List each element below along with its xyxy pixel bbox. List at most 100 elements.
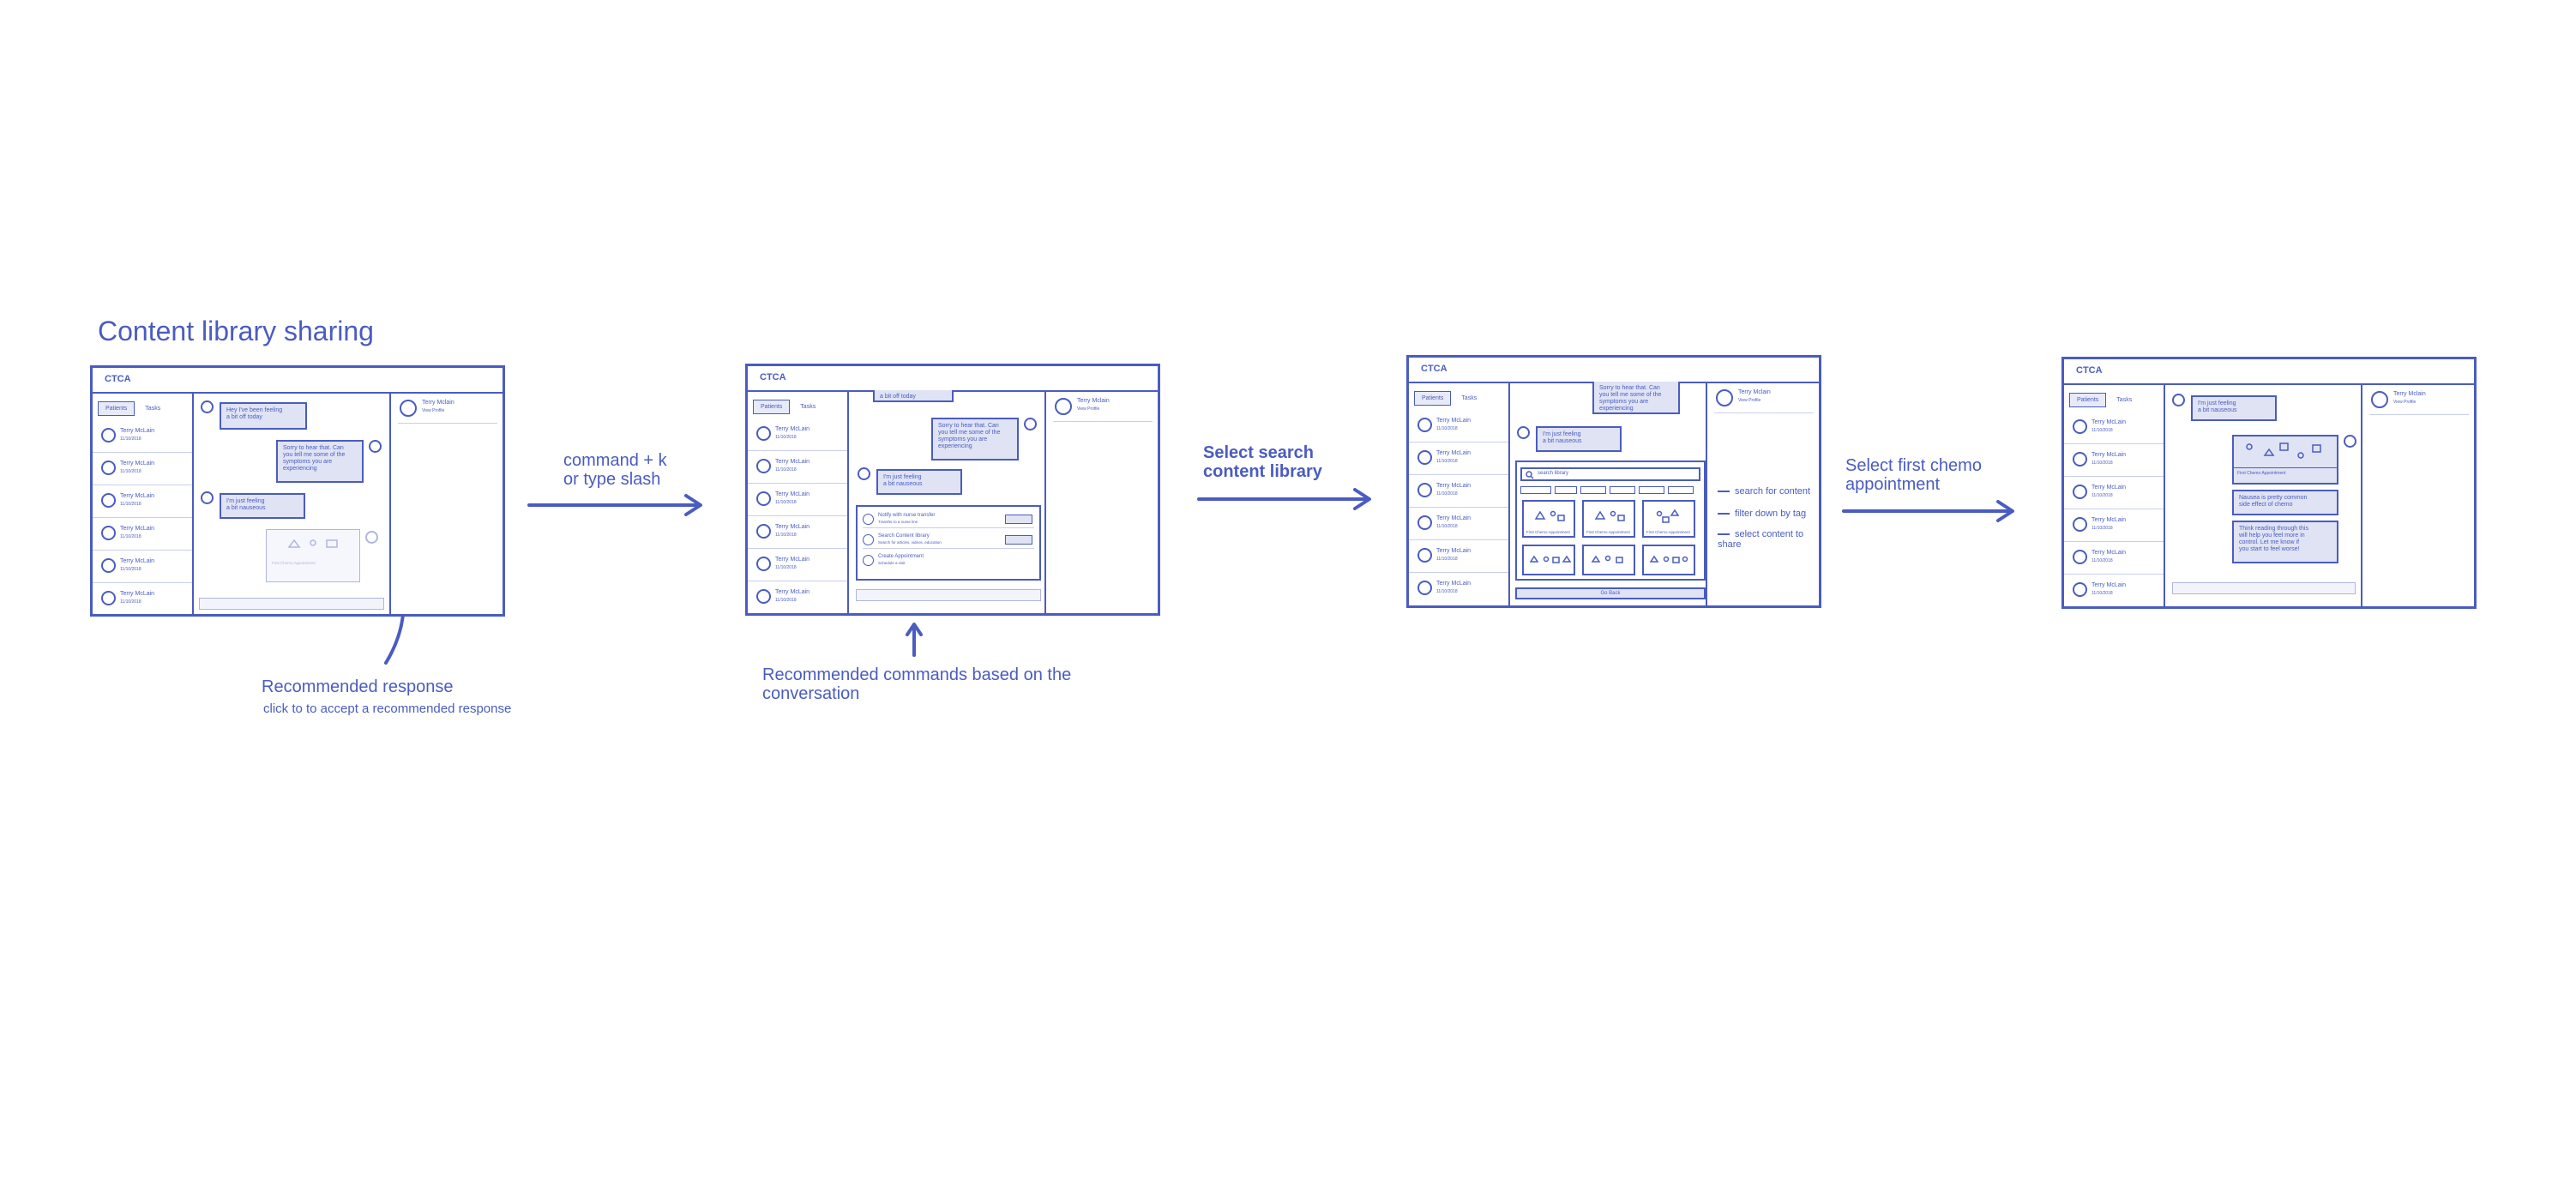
list-item[interactable]: Terry McLain 11/10/2018 — [748, 548, 847, 581]
contact-name: Terry McLain — [120, 428, 155, 434]
content-thumbnail-icon — [1534, 510, 1565, 521]
list-item[interactable]: Terry McLain 11/10/2018 — [748, 515, 847, 549]
list-item[interactable]: Terry McLain 11/10/2018 — [2064, 443, 2164, 477]
message-bubble: I'm just feeling a bit nauseous — [2191, 395, 2277, 421]
avatar-icon — [2073, 582, 2087, 597]
profile-link[interactable]: View Profile — [1738, 398, 1760, 403]
message-input[interactable] — [856, 589, 1041, 601]
tag-filter[interactable] — [1520, 486, 1551, 494]
message-input[interactable] — [199, 598, 384, 610]
profile-header[interactable]: Terry Mclain View Profile — [1053, 395, 1153, 422]
arrow-step3 — [1842, 500, 2014, 522]
search-input[interactable]: search library — [1520, 467, 1700, 481]
tag-filter[interactable] — [1639, 486, 1664, 494]
list-item[interactable]: Terry McLain 11/10/2018 — [2064, 541, 2164, 575]
contact-name: Terry McLain — [1436, 483, 1472, 489]
content-card[interactable] — [1642, 545, 1695, 575]
contact-name: Terry McLain — [120, 526, 155, 532]
contact-date: 11/10/2018 — [2091, 558, 2113, 563]
close-icon — [863, 555, 874, 566]
avatar-icon — [1417, 548, 1432, 563]
command-button[interactable] — [1005, 535, 1032, 545]
list-item[interactable]: Terry McLain 11/10/2018 — [748, 483, 847, 516]
profile-header[interactable]: Terry Mclain View Profile — [2369, 388, 2469, 415]
tab-tasks[interactable]: Tasks — [2110, 394, 2139, 406]
avatar-icon — [756, 459, 771, 473]
content-card[interactable]: First Chemo Appointment — [1642, 500, 1695, 538]
step3-label: Select first chemo appointment — [1845, 456, 1982, 494]
message-bubble: a bit off today — [873, 390, 954, 402]
list-item[interactable]: Terry McLain 11/10/2018 — [93, 582, 192, 615]
list-item[interactable]: Terry McLain 11/10/2018 — [93, 517, 192, 551]
list-item[interactable]: Terry McLain 11/10/2018 — [2064, 411, 2164, 444]
tab-patients[interactable]: Patients — [98, 401, 135, 416]
tag-filter[interactable] — [1668, 486, 1694, 494]
tag-filter[interactable] — [1555, 486, 1577, 494]
content-card[interactable] — [1522, 545, 1575, 575]
command-item[interactable]: Search Content library Search for article… — [863, 531, 1034, 549]
list-item[interactable]: Terry McLain 11/10/2018 — [2064, 509, 2164, 542]
list-item[interactable]: Terry McLain 11/10/2018 — [93, 419, 192, 453]
list-item[interactable]: Terry McLain 11/10/2018 — [93, 452, 192, 485]
list-item[interactable]: Terry McLain 11/10/2018 — [1409, 572, 1508, 605]
avatar-icon — [101, 558, 116, 573]
content-card[interactable]: First Chemo Appointment — [1582, 500, 1635, 538]
recommended-commands-label: Recommended commands based on the conver… — [762, 665, 1072, 703]
profile-header[interactable]: Terry Mclain View Profile — [1714, 387, 1814, 413]
list-item[interactable]: Terry McLain 11/10/2018 — [748, 450, 847, 484]
user-icon — [1716, 389, 1733, 406]
tab-patients[interactable]: Patients — [753, 400, 791, 414]
list-item[interactable]: Terry McLain 11/10/2018 — [93, 485, 192, 518]
list-item[interactable]: Terry McLain 11/10/2018 — [2064, 574, 2164, 606]
command-button[interactable] — [1005, 515, 1032, 524]
command-item[interactable]: Create Appointment Schedule a visit — [863, 551, 1034, 569]
go-back-button[interactable]: Go Back — [1515, 587, 1706, 599]
card-caption: First Chemo Appointment — [1526, 530, 1570, 534]
avatar-icon — [2073, 452, 2087, 467]
user-icon — [1517, 426, 1530, 439]
contact-name: Terry McLain — [2091, 582, 2127, 588]
avatar-icon — [101, 461, 116, 475]
avatar-icon — [756, 524, 771, 539]
contact-name: Terry McLain — [775, 491, 810, 497]
content-card[interactable] — [1582, 545, 1635, 575]
message-bubble: Nausea is pretty common side effect of c… — [2232, 490, 2338, 515]
tab-tasks[interactable]: Tasks — [138, 402, 167, 415]
list-item[interactable]: Terry McLain 11/10/2018 — [1409, 409, 1508, 442]
list-item[interactable]: Terry McLain 11/10/2018 — [1409, 507, 1508, 540]
command-item[interactable]: Notify with nurse transfer Transfer to a … — [863, 510, 1034, 528]
profile-panel: Terry Mclain View Profile — [1044, 390, 1158, 613]
tag-filter[interactable] — [1610, 486, 1635, 494]
dash-icon — [1718, 491, 1730, 493]
profile-panel: Terry Mclain View Profile — [2361, 383, 2474, 606]
profile-link[interactable]: View Profile — [2393, 400, 2416, 405]
list-item[interactable]: Terry McLain 11/10/2018 — [1409, 539, 1508, 573]
contact-date: 11/10/2018 — [2091, 428, 2113, 433]
content-card[interactable]: First Chemo Appointment — [1522, 500, 1575, 538]
tab-tasks[interactable]: Tasks — [1454, 392, 1484, 405]
list-item[interactable]: Terry McLain 11/10/2018 — [748, 418, 847, 451]
avatar-icon — [101, 591, 116, 605]
list-item[interactable]: Terry McLain 11/10/2018 — [1409, 474, 1508, 508]
profile-link[interactable]: View Profile — [1077, 406, 1099, 412]
topbar: CTCA — [93, 368, 503, 394]
tag-filter[interactable] — [1580, 486, 1606, 494]
patient-list: Patients Tasks Terry McLain 11/10/2018 Ter… — [1409, 382, 1510, 605]
avatar-icon — [756, 557, 771, 571]
shared-content-bubble[interactable]: First Chemo Appointment — [2232, 435, 2338, 485]
list-item[interactable]: Terry McLain 11/10/2018 — [2064, 476, 2164, 509]
recommended-response[interactable]: First Chemo Appointment — [266, 529, 360, 582]
list-item[interactable]: Terry McLain 11/10/2018 — [1409, 442, 1508, 475]
content-thumbnail-icon — [2246, 442, 2321, 459]
tab-patients[interactable]: Patients — [2069, 393, 2107, 407]
message-input[interactable] — [2172, 582, 2356, 594]
list-item[interactable]: Terry McLain 11/10/2018 — [93, 550, 192, 583]
tab-tasks[interactable]: Tasks — [793, 400, 822, 413]
tab-patients[interactable]: Patients — [1414, 391, 1452, 406]
profile-link[interactable]: View Profile — [422, 408, 444, 413]
content-thumbnail-icon — [1656, 509, 1680, 523]
command-palette: Notify with nurse transfer Transfer to a … — [856, 505, 1041, 581]
list-item[interactable]: Terry McLain 11/10/2018 — [748, 581, 847, 613]
profile-name: Terry Mclain — [422, 400, 454, 406]
profile-header[interactable]: Terry Mclain View Profile — [398, 397, 497, 424]
